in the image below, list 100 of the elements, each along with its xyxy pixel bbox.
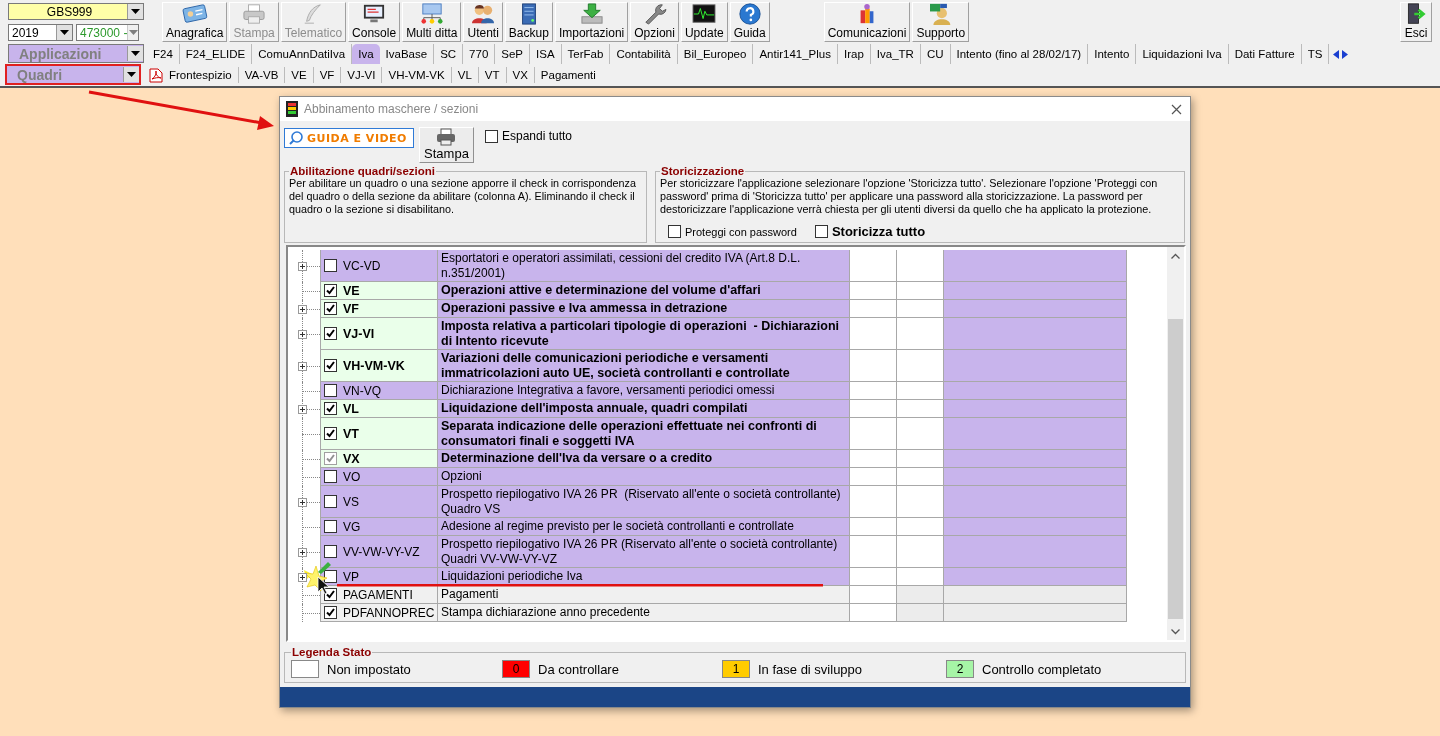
description-cell: Determinazione dell'Iva da versare o a credito xyxy=(438,450,850,468)
description-cell: Esportatori e operatori assimilati, cessioni del credito IVA (Art.8 D.L. n.351/2001) xyxy=(438,250,850,282)
toolbar-button[interactable]: Update xyxy=(680,2,728,42)
toolbar-button[interactable]: Multi ditta xyxy=(402,2,462,42)
checkbox[interactable] xyxy=(324,384,337,397)
year-dropdown[interactable]: 2019 xyxy=(8,24,73,41)
checkbox[interactable] xyxy=(324,470,337,483)
checkbox[interactable] xyxy=(324,402,337,415)
tab[interactable]: VF xyxy=(313,67,342,83)
scroll-down-icon[interactable] xyxy=(1171,628,1180,635)
checkbox[interactable] xyxy=(814,225,828,238)
expand-icon[interactable] xyxy=(298,497,307,507)
tab[interactable]: VL xyxy=(451,67,479,83)
checkbox[interactable] xyxy=(324,259,337,272)
description-cell: Liquidazione dell'imposta annuale, quadri compilati xyxy=(438,400,850,418)
expand-icon[interactable] xyxy=(298,329,307,339)
checkbox[interactable] xyxy=(324,359,337,372)
tab[interactable]: VT xyxy=(478,67,507,83)
caret-icon[interactable] xyxy=(131,8,140,15)
tab[interactable]: SC xyxy=(434,44,464,64)
tab[interactable]: VA-VB xyxy=(238,67,286,83)
toolbar-button[interactable]: Anagrafica xyxy=(162,2,228,42)
section-code: VX xyxy=(343,451,360,466)
expand-icon[interactable] xyxy=(298,547,307,557)
checkbox[interactable] xyxy=(324,520,337,533)
description-cell: Opzioni xyxy=(438,468,850,486)
tab[interactable]: Dati Fatture xyxy=(1228,44,1302,64)
tab[interactable]: F24_ELIDE xyxy=(179,44,253,64)
tab[interactable]: ISA xyxy=(530,44,562,64)
tab[interactable]: Bil_Europeo xyxy=(677,44,754,64)
section-code: VL xyxy=(343,401,359,416)
exit-button[interactable]: Esci xyxy=(1400,2,1432,42)
tab[interactable]: F24 xyxy=(147,44,180,64)
tab[interactable]: Irap xyxy=(838,44,871,64)
pdf-icon[interactable] xyxy=(149,67,163,83)
toolbar-button[interactable]: Console xyxy=(348,2,401,42)
scroll-left-icon[interactable] xyxy=(1333,49,1340,59)
tab[interactable]: VJ-VI xyxy=(341,67,383,83)
toolbar-button[interactable]: Importazioni xyxy=(554,2,629,42)
toolbar-button[interactable]: Supporto xyxy=(912,2,970,42)
checkbox[interactable] xyxy=(324,302,337,315)
scroll-right-icon[interactable] xyxy=(1342,49,1349,59)
expand-icon[interactable] xyxy=(298,361,307,371)
checkbox[interactable] xyxy=(324,427,337,440)
tab[interactable]: Iva_TR xyxy=(870,44,921,64)
checkbox[interactable] xyxy=(668,225,681,238)
expand-icon[interactable] xyxy=(298,572,307,582)
help-text: Per storicizzare l'applicazione selezionare l'opzione 'Storicizza tutto'. Selezionare l'opzione 'Proteggi con password' prima di 'Storicizza tutto' per applicare una password alla storicizzazione. La password per destoricizzare l'applicazione verrà chiesta per gli utenti diversi da quello che ha applicato la protezione. xyxy=(660,177,1159,216)
toolbar-button[interactable]: Comunicazioni xyxy=(823,2,911,42)
toolbar-button[interactable]: Backup xyxy=(504,2,553,42)
caret-icon[interactable] xyxy=(127,71,136,78)
tab[interactable]: Pagamenti xyxy=(534,67,602,83)
tab[interactable]: TS xyxy=(1301,44,1330,64)
checkbox[interactable] xyxy=(324,545,337,558)
expand-icon[interactable] xyxy=(298,304,307,314)
tab[interactable]: Antir141_Plus xyxy=(753,44,838,64)
toolbar-button[interactable]: Guida xyxy=(729,2,770,42)
help-icon xyxy=(736,3,763,25)
scrollbar[interactable] xyxy=(1167,247,1184,640)
tab[interactable]: Liquidazioni Iva xyxy=(1136,44,1229,64)
tab[interactable]: 770 xyxy=(463,44,496,64)
checkbox[interactable] xyxy=(324,606,337,619)
tab[interactable]: SeP xyxy=(495,44,531,64)
tab[interactable]: Intento (fino al 28/02/17) xyxy=(950,44,1089,64)
checkbox[interactable] xyxy=(324,495,337,508)
print-button[interactable]: Stampa xyxy=(419,127,474,163)
tab[interactable]: VE xyxy=(285,67,314,83)
tab[interactable]: Iva xyxy=(352,44,380,64)
close-icon[interactable] xyxy=(1171,103,1182,115)
code-dropdown[interactable]: 473000 - xyxy=(76,24,139,41)
toolbar-button[interactable]: Opzioni xyxy=(630,2,679,42)
section-code: VT xyxy=(343,426,359,441)
section-code: VH-VM-VK xyxy=(343,358,405,373)
status-swatch: 2 xyxy=(946,660,974,678)
expand-icon[interactable] xyxy=(298,261,307,271)
description-cell: Operazioni attive e determinazione del volume d'affari xyxy=(438,282,850,300)
caret-icon[interactable] xyxy=(131,50,140,57)
tab[interactable]: VH-VM-VK xyxy=(382,67,452,83)
window-title: Abbinamento maschere / sezioni xyxy=(304,102,480,116)
tab[interactable]: IvaBase xyxy=(379,44,435,64)
tab[interactable]: CU xyxy=(920,44,951,64)
checkbox[interactable] xyxy=(485,129,498,143)
checkbox[interactable] xyxy=(324,284,337,297)
company-dropdown[interactable]: GBS999 xyxy=(8,3,144,20)
section-code: VO xyxy=(343,469,361,484)
tab[interactable]: Intento xyxy=(1088,44,1137,64)
checkbox[interactable] xyxy=(324,570,337,583)
scroll-up-icon[interactable] xyxy=(1171,252,1180,259)
group-title: Abilitazione quadri/sezioni xyxy=(289,165,437,177)
legend-label: Da controllare xyxy=(538,661,619,677)
tab[interactable]: VX xyxy=(506,67,535,83)
checkbox[interactable] xyxy=(324,588,337,601)
expand-icon[interactable] xyxy=(298,404,307,414)
checkbox[interactable] xyxy=(324,327,337,340)
tab[interactable]: TerFab xyxy=(561,44,611,64)
tab[interactable]: Contabilità xyxy=(610,44,678,64)
description-cell: Prospetto riepilogativo IVA 26 PR (Riservato all'ente o società controllante) Quadro VS xyxy=(438,486,850,518)
caret-icon[interactable] xyxy=(60,29,69,36)
tab[interactable]: Frontespizio xyxy=(163,67,239,83)
toolbar-button[interactable]: Utenti xyxy=(463,2,503,42)
